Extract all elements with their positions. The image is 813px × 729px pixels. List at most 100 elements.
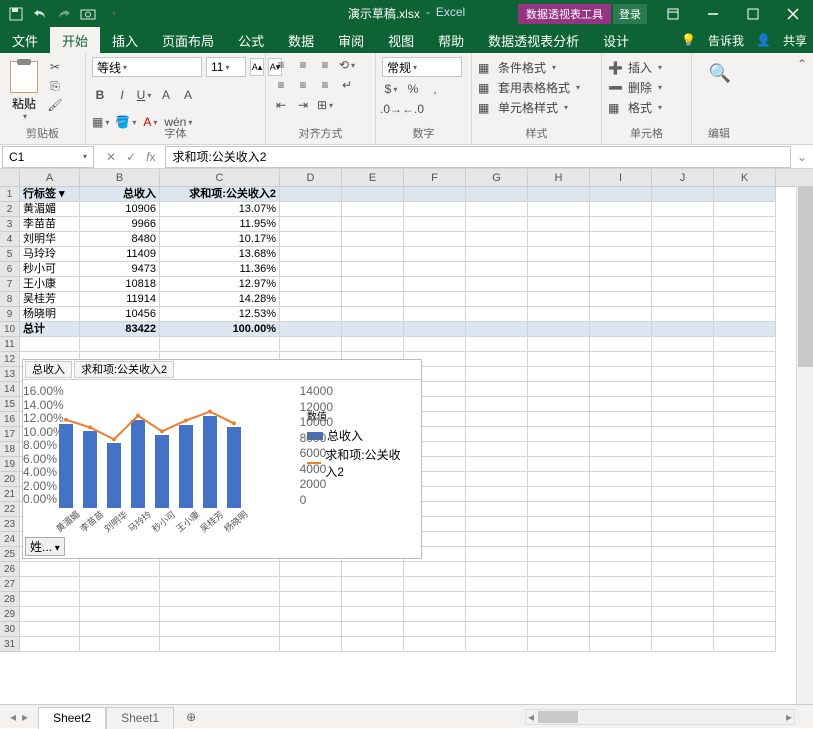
undo-icon[interactable] — [32, 6, 48, 22]
tab-data[interactable]: 数据 — [276, 27, 326, 53]
tab-formulas[interactable]: 公式 — [226, 27, 276, 53]
row-header[interactable]: 10 — [0, 322, 20, 337]
tab-design[interactable]: 设计 — [591, 27, 641, 53]
align-left-icon[interactable]: ≡ — [272, 77, 290, 93]
camera-icon[interactable] — [80, 6, 96, 22]
tab-home[interactable]: 开始 — [50, 27, 100, 53]
col-header[interactable]: K — [714, 169, 776, 186]
row-header[interactable]: 30 — [0, 622, 20, 637]
align-right-icon[interactable]: ≡ — [316, 77, 334, 93]
align-center-icon[interactable]: ≡ — [294, 77, 312, 93]
login-button[interactable]: 登录 — [613, 4, 647, 24]
format-as-table-button[interactable]: ▦套用表格格式▾ — [478, 79, 580, 96]
chart-field-tab[interactable]: 求和项:公关收入2 — [74, 361, 174, 378]
insert-cells-button[interactable]: ➕插入▾ — [608, 59, 662, 76]
fx-icon[interactable]: fx — [146, 150, 155, 164]
align-middle-icon[interactable]: ≡ — [294, 57, 312, 73]
cell-styles-button[interactable]: ▦单元格样式▾ — [478, 99, 580, 116]
select-all-corner[interactable] — [0, 169, 20, 186]
row-header[interactable]: 22 — [0, 502, 20, 517]
font-grow-icon[interactable]: A — [158, 86, 174, 104]
col-header[interactable]: B — [80, 169, 160, 186]
row-header[interactable]: 23 — [0, 517, 20, 532]
tab-file[interactable]: 文件 — [0, 27, 50, 53]
col-header[interactable]: D — [280, 169, 342, 186]
col-header[interactable]: A — [20, 169, 80, 186]
row-header[interactable]: 8 — [0, 292, 20, 307]
cut-icon[interactable]: ✂ — [46, 59, 64, 75]
percent-icon[interactable]: % — [404, 81, 422, 97]
scrollbar-thumb[interactable] — [538, 711, 578, 723]
row-header[interactable]: 17 — [0, 427, 20, 442]
row-header[interactable]: 9 — [0, 307, 20, 322]
row-header[interactable]: 16 — [0, 412, 20, 427]
horizontal-scrollbar[interactable]: ◂ ▸ — [525, 709, 795, 725]
minimize-icon[interactable] — [693, 0, 733, 27]
increase-decimal-icon[interactable]: .0→ — [382, 101, 400, 117]
row-header[interactable]: 12 — [0, 352, 20, 367]
align-bottom-icon[interactable]: ≡ — [316, 57, 334, 73]
underline-button[interactable]: U▾ — [136, 86, 152, 104]
copy-icon[interactable]: ⎘ — [46, 78, 64, 94]
col-header[interactable]: E — [342, 169, 404, 186]
cancel-formula-icon[interactable]: ✕ — [106, 150, 116, 164]
row-header[interactable]: 7 — [0, 277, 20, 292]
sheet-tab-active[interactable]: Sheet2 — [38, 707, 106, 729]
vertical-scrollbar[interactable] — [796, 187, 813, 704]
row-header[interactable]: 13 — [0, 367, 20, 382]
row-header[interactable]: 15 — [0, 397, 20, 412]
add-sheet-icon[interactable]: ⊕ — [180, 706, 202, 728]
tab-insert[interactable]: 插入 — [100, 27, 150, 53]
row-header[interactable]: 27 — [0, 577, 20, 592]
redo-icon[interactable] — [56, 6, 72, 22]
format-cells-button[interactable]: ▦格式▾ — [608, 99, 662, 116]
row-header[interactable]: 28 — [0, 592, 20, 607]
expand-formula-icon[interactable]: ⌄ — [791, 150, 813, 164]
row-header[interactable]: 31 — [0, 637, 20, 652]
decrease-decimal-icon[interactable]: ←.0 — [404, 101, 422, 117]
tab-help[interactable]: 帮助 — [426, 27, 476, 53]
font-name-combo[interactable]: 等线▾ — [92, 57, 202, 77]
maximize-icon[interactable] — [733, 0, 773, 27]
row-header[interactable]: 19 — [0, 457, 20, 472]
row-header[interactable]: 1 — [0, 187, 20, 202]
tab-view[interactable]: 视图 — [376, 27, 426, 53]
tab-pivot-analyze[interactable]: 数据透视表分析 — [476, 27, 591, 53]
wrap-text-icon[interactable]: ↵ — [338, 77, 356, 93]
sheet-nav-prev-icon[interactable]: ◂ — [10, 710, 16, 724]
col-header[interactable]: F — [404, 169, 466, 186]
row-header[interactable]: 2 — [0, 202, 20, 217]
decrease-indent-icon[interactable]: ⇤ — [272, 97, 290, 113]
chart-field-tab[interactable]: 总收入 — [25, 361, 72, 378]
confirm-formula-icon[interactable]: ✓ — [126, 150, 136, 164]
row-header[interactable]: 6 — [0, 262, 20, 277]
row-header[interactable]: 18 — [0, 442, 20, 457]
save-icon[interactable] — [8, 6, 24, 22]
scroll-right-icon[interactable]: ▸ — [784, 710, 794, 724]
font-size-combo[interactable]: 11▾ — [206, 57, 246, 77]
row-header[interactable]: 3 — [0, 217, 20, 232]
tell-me[interactable]: 告诉我 — [708, 32, 744, 49]
scrollbar-thumb[interactable] — [798, 187, 813, 367]
merge-icon[interactable]: ⊞▾ — [316, 97, 334, 113]
qat-dropdown-icon[interactable]: ▾ — [106, 6, 122, 22]
delete-cells-button[interactable]: ➖删除▾ — [608, 79, 662, 96]
share-icon[interactable]: 👤 — [756, 33, 771, 47]
format-painter-icon[interactable]: 🖌 — [46, 97, 64, 113]
lightbulb-icon[interactable]: 💡 — [681, 33, 696, 47]
chart-axis-field-button[interactable]: 姓... ▾ — [25, 537, 65, 556]
name-box[interactable]: C1▾ — [2, 146, 94, 168]
row-header[interactable]: 21 — [0, 487, 20, 502]
font-shrink-icon[interactable]: A — [180, 86, 196, 104]
collapse-ribbon-icon[interactable]: ⌃ — [797, 57, 807, 71]
conditional-format-button[interactable]: ▦条件格式▾ — [478, 59, 580, 76]
tab-review[interactable]: 审阅 — [326, 27, 376, 53]
row-header[interactable]: 5 — [0, 247, 20, 262]
currency-icon[interactable]: $▾ — [382, 81, 400, 97]
number-format-combo[interactable]: 常规▾ — [382, 57, 462, 77]
sheet-nav-next-icon[interactable]: ▸ — [22, 710, 28, 724]
row-header[interactable]: 20 — [0, 472, 20, 487]
col-header[interactable]: C — [160, 169, 280, 186]
align-top-icon[interactable]: ≡ — [272, 57, 290, 73]
share-button[interactable]: 共享 — [783, 32, 807, 49]
